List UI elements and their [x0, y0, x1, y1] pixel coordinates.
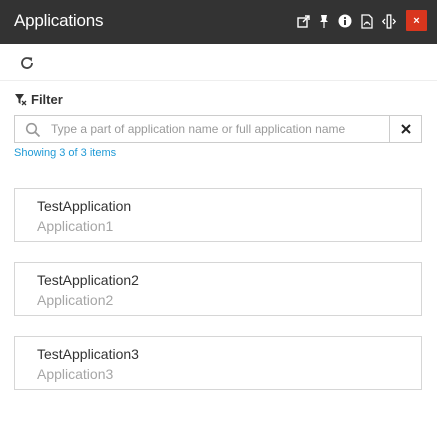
filter-icon — [15, 93, 27, 105]
info-icon[interactable] — [337, 12, 353, 30]
application-item[interactable]: TestApplication3 Application3 — [14, 336, 422, 390]
items-count-status: Showing 3 of 3 items — [14, 147, 117, 159]
search-icon — [25, 122, 41, 138]
application-item[interactable]: TestApplication2 Application2 — [14, 262, 422, 316]
application-subtitle: Application2 — [37, 292, 114, 308]
application-name: TestApplication — [37, 198, 132, 214]
refresh-button[interactable] — [18, 54, 36, 72]
close-button[interactable]: × — [406, 10, 427, 31]
pdf-icon[interactable] — [359, 12, 375, 30]
window-title: Applications — [14, 11, 104, 30]
popout-icon[interactable] — [295, 12, 311, 30]
close-icon — [400, 124, 411, 134]
filter-label: Filter — [14, 91, 63, 107]
application-subtitle: Application3 — [37, 366, 114, 382]
refresh-icon — [21, 57, 33, 69]
close-icon: × — [413, 14, 420, 27]
search-input[interactable] — [51, 119, 386, 139]
clear-search-button[interactable] — [389, 115, 422, 143]
application-subtitle: Application1 — [37, 218, 114, 234]
application-name: TestApplication3 — [37, 346, 139, 362]
window-titlebar: Applications × — [0, 0, 437, 44]
resize-icon[interactable] — [381, 12, 397, 30]
application-item[interactable]: TestApplication Application1 — [14, 188, 422, 242]
filter-label-text: Filter — [31, 91, 63, 107]
toolbar — [0, 44, 437, 81]
pin-icon[interactable] — [316, 12, 332, 30]
search-field — [14, 115, 390, 143]
application-name: TestApplication2 — [37, 272, 139, 288]
